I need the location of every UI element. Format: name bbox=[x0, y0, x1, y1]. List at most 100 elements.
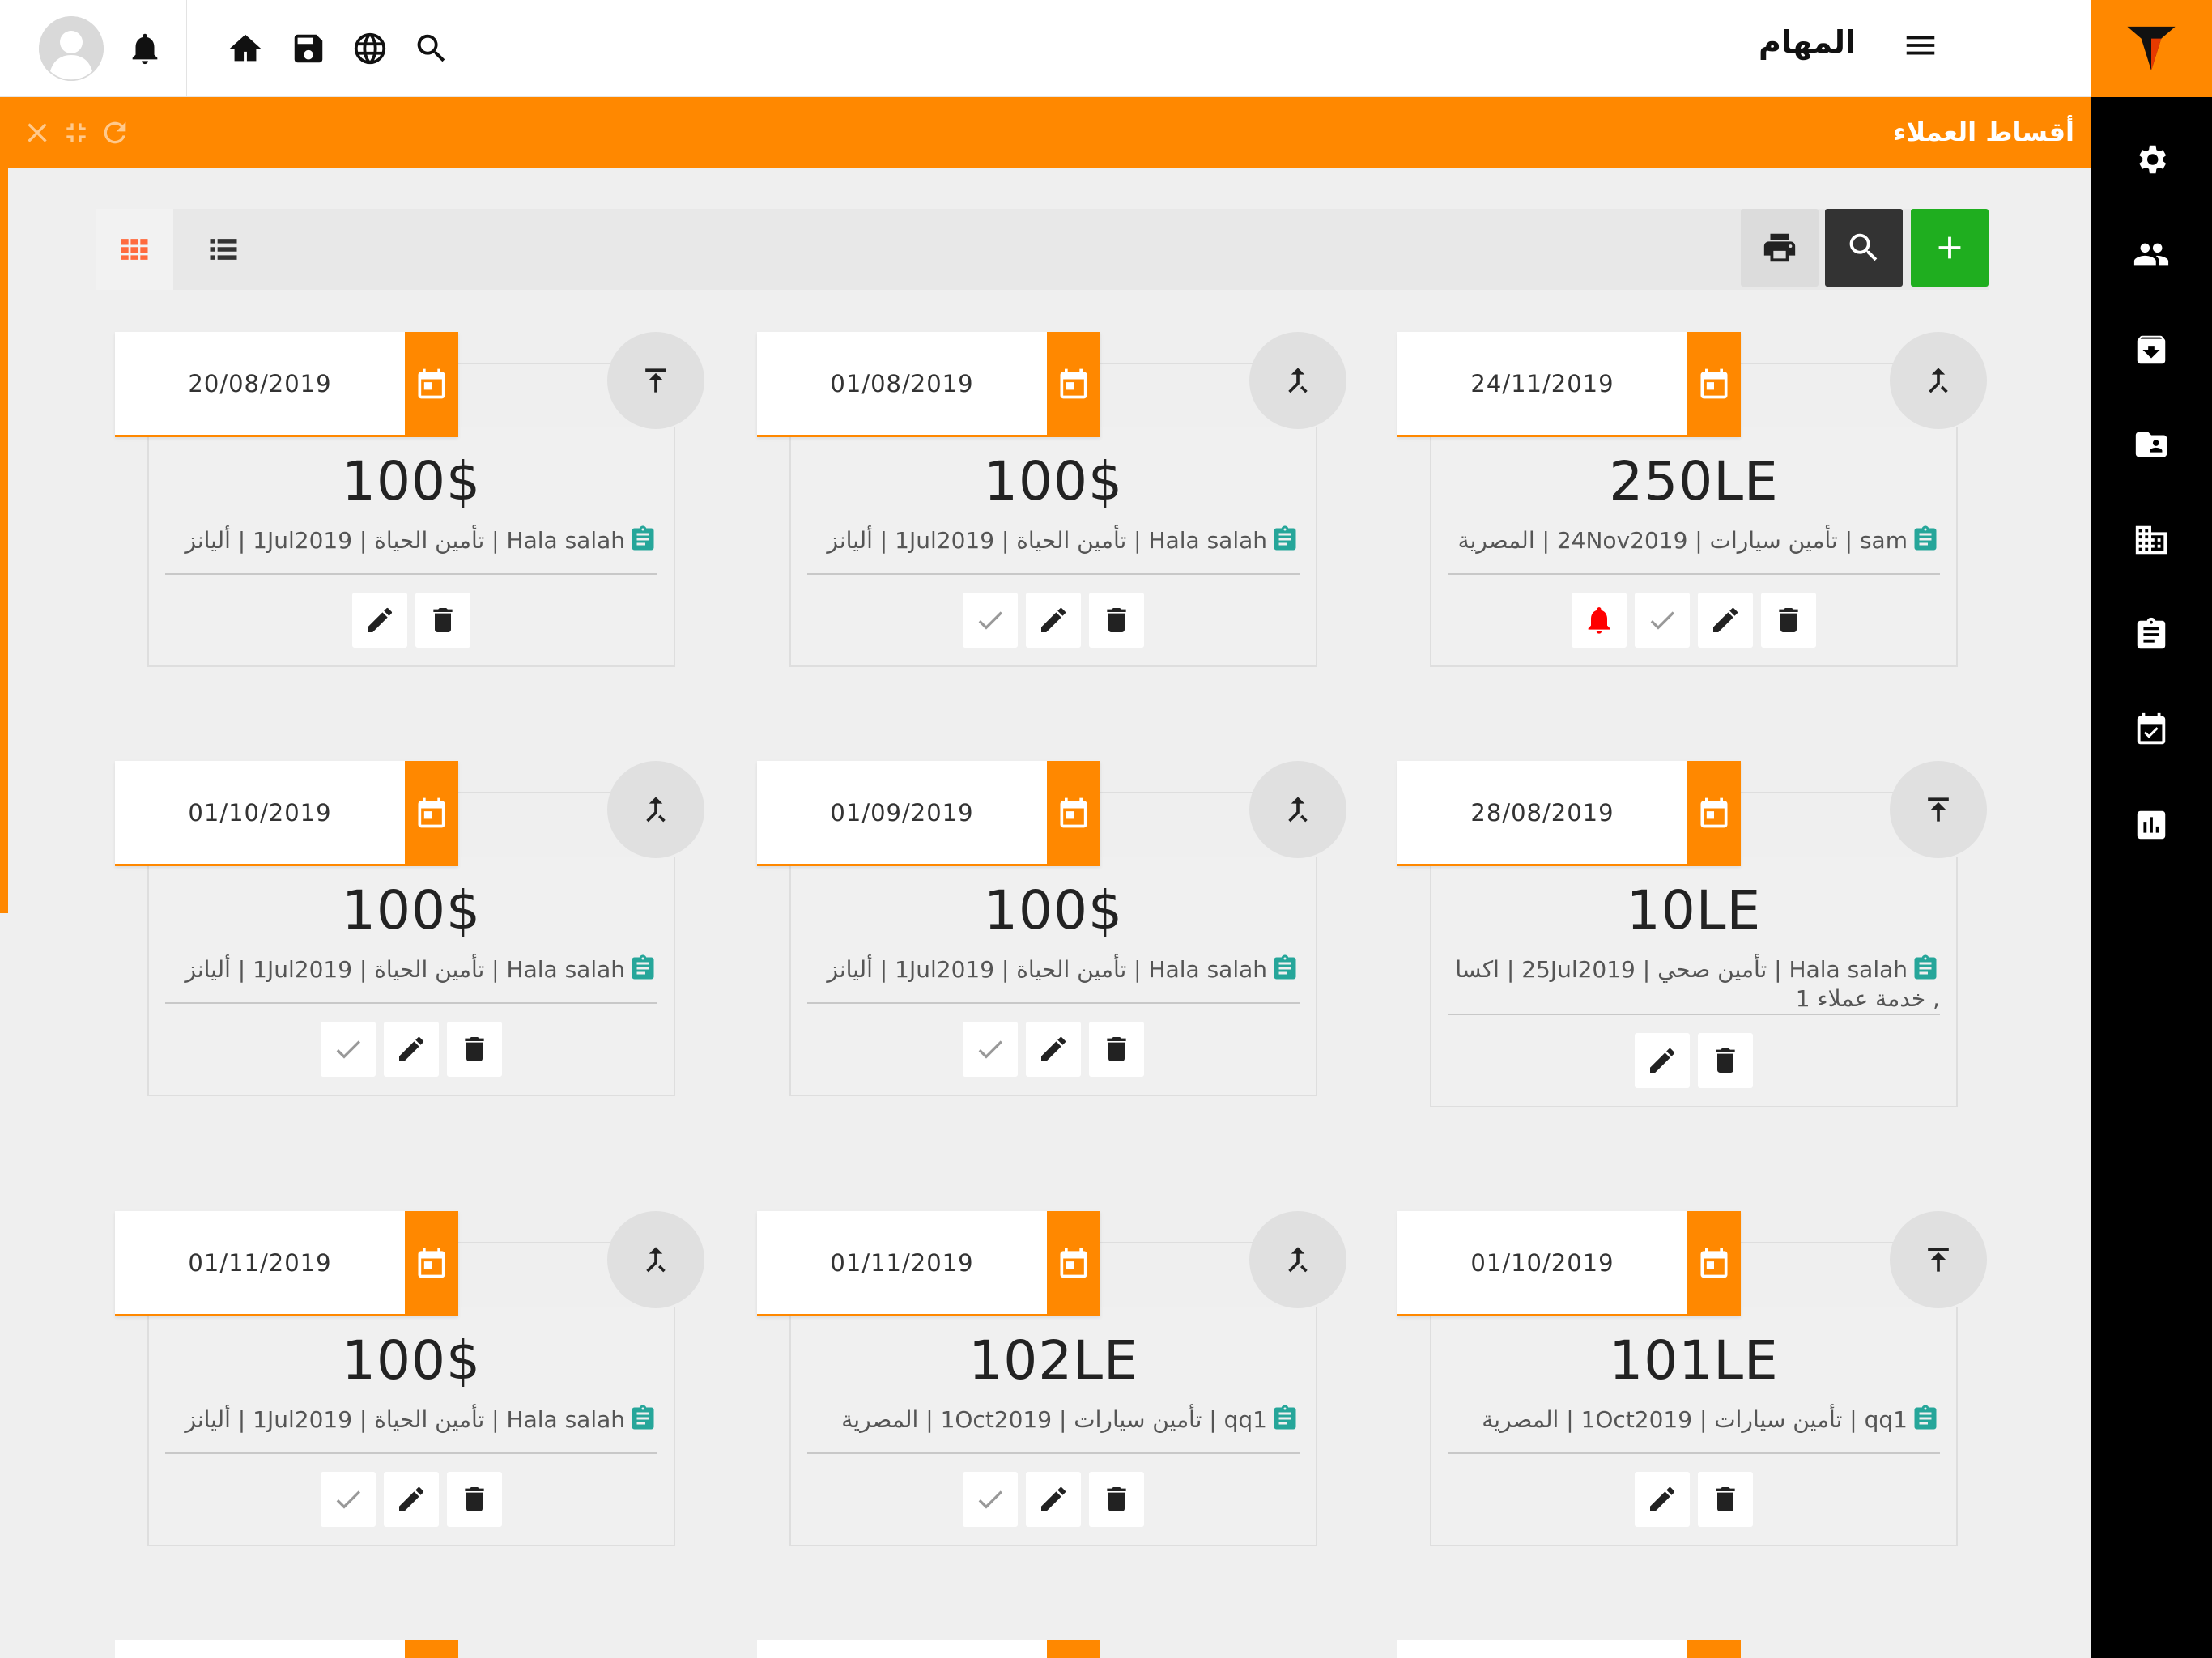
refresh-icon[interactable] bbox=[97, 115, 133, 151]
delete-button[interactable] bbox=[1089, 593, 1144, 648]
merge-icon[interactable] bbox=[607, 761, 704, 858]
installment-amount: 100$ bbox=[342, 1329, 481, 1392]
upload-icon[interactable] bbox=[1890, 1211, 1987, 1308]
upload-icon[interactable] bbox=[607, 332, 704, 429]
installment-amount: 100$ bbox=[342, 879, 481, 942]
close-icon[interactable] bbox=[19, 115, 55, 151]
due-date-box: 20/08/2019 bbox=[115, 332, 458, 437]
delete-icon bbox=[1100, 1483, 1133, 1516]
due-date: 01/11/2019 bbox=[188, 1248, 332, 1277]
merge-icon[interactable] bbox=[1249, 1211, 1346, 1308]
sidebar-item-tasks[interactable] bbox=[2091, 682, 2212, 778]
due-date-box: 01/10/2019 bbox=[1397, 1211, 1741, 1316]
archive-icon bbox=[2137, 335, 2166, 363]
check-button[interactable] bbox=[321, 1472, 376, 1527]
delete-button[interactable] bbox=[1089, 1022, 1144, 1077]
card-body: 100$ Hala salah | تأمين الحياة | 1Jul201… bbox=[147, 857, 675, 1096]
edit-button[interactable] bbox=[1635, 1472, 1690, 1527]
calendar-icon bbox=[405, 332, 458, 435]
upload-icon[interactable] bbox=[1890, 761, 1987, 858]
merge-icon[interactable] bbox=[1249, 332, 1346, 429]
edit-button[interactable] bbox=[352, 593, 407, 648]
card-body: 100$ Hala salah | تأمين الحياة | 1Jul201… bbox=[147, 427, 675, 667]
delete-button[interactable] bbox=[447, 1022, 502, 1077]
globe-icon[interactable] bbox=[348, 27, 392, 70]
search-icon[interactable] bbox=[410, 27, 453, 70]
edit-button[interactable] bbox=[1635, 1033, 1690, 1088]
print-button[interactable] bbox=[1741, 209, 1819, 287]
card-body: 250LE sam | تأمين سيارات | 24Nov2019 | ا… bbox=[1430, 427, 1958, 667]
installment-info: Hala salah | تأمين الحياة | 1Jul2019 | أ… bbox=[149, 954, 674, 1002]
clipboard-icon bbox=[2137, 618, 2166, 649]
installment-amount: 100$ bbox=[984, 879, 1123, 942]
installment-info: qq1 | تأمين سيارات | 1Oct2019 | المصرية bbox=[791, 1404, 1316, 1452]
edit-button[interactable] bbox=[1026, 1472, 1081, 1527]
avatar[interactable] bbox=[39, 16, 104, 81]
installment-info: Hala salah | تأمين الحياة | 1Jul2019 | أ… bbox=[149, 525, 674, 573]
card-body: 100$ Hala salah | تأمين الحياة | 1Jul201… bbox=[789, 857, 1317, 1096]
settings-icon bbox=[2139, 145, 2167, 173]
clipboard-icon bbox=[1911, 1404, 1940, 1433]
search-button[interactable] bbox=[1825, 209, 1903, 287]
installment-info: Hala salah | تأمين الحياة | 1Jul2019 | أ… bbox=[791, 954, 1316, 1002]
calendar-icon-peek bbox=[405, 1640, 458, 1658]
sidebar-item-users[interactable] bbox=[2091, 207, 2212, 303]
merge-icon[interactable] bbox=[607, 1211, 704, 1308]
notification-bell-icon[interactable] bbox=[123, 27, 167, 70]
clipboard-icon bbox=[1911, 954, 1940, 983]
due-date-box: 01/10/2019 bbox=[115, 761, 458, 866]
delete-icon bbox=[1709, 1044, 1742, 1077]
add-button[interactable] bbox=[1911, 209, 1989, 287]
installment-info: Hala salah | تأمين صحي | 25Jul2019 | اكس… bbox=[1431, 954, 1956, 1014]
delete-button[interactable] bbox=[1698, 1472, 1753, 1527]
collapse-icon[interactable] bbox=[58, 115, 94, 151]
sidebar-item-archive[interactable] bbox=[2091, 302, 2212, 397]
check-button[interactable] bbox=[963, 593, 1018, 648]
user-avatar-icon bbox=[39, 16, 104, 81]
delete-button[interactable] bbox=[447, 1472, 502, 1527]
clipboard-icon bbox=[628, 525, 657, 554]
alarm-button[interactable] bbox=[1572, 593, 1627, 648]
installment-info: Hala salah | تأمين الحياة | 1Jul2019 | أ… bbox=[149, 1404, 674, 1452]
merge-icon[interactable] bbox=[1249, 761, 1346, 858]
check-button[interactable] bbox=[321, 1022, 376, 1077]
card-actions bbox=[1431, 1454, 1956, 1545]
edit-button[interactable] bbox=[384, 1022, 439, 1077]
installment-amount: 250LE bbox=[1609, 450, 1779, 512]
logo-icon bbox=[2127, 26, 2176, 71]
installment-info-text: qq1 | تأمين سيارات | 1Oct2019 | المصرية bbox=[1482, 1406, 1908, 1433]
sidebar-item-contacts[interactable] bbox=[2091, 397, 2212, 493]
check-button[interactable] bbox=[963, 1472, 1018, 1527]
edit-button[interactable] bbox=[1026, 1022, 1081, 1077]
check-icon bbox=[332, 1033, 364, 1065]
card-actions bbox=[791, 575, 1316, 665]
list-view-button[interactable] bbox=[185, 209, 262, 290]
edit-button[interactable] bbox=[384, 1472, 439, 1527]
check-button[interactable] bbox=[1635, 593, 1690, 648]
installment-amount: 100$ bbox=[984, 450, 1123, 512]
app-logo[interactable] bbox=[2091, 0, 2212, 97]
home-icon[interactable] bbox=[223, 27, 267, 70]
delete-button[interactable] bbox=[1761, 593, 1816, 648]
delete-button[interactable] bbox=[1089, 1472, 1144, 1527]
due-date: 20/08/2019 bbox=[188, 369, 332, 397]
search-icon bbox=[1849, 233, 1878, 261]
due-date-box: 01/09/2019 bbox=[757, 761, 1100, 866]
delete-button[interactable] bbox=[415, 593, 470, 648]
merge-icon[interactable] bbox=[1890, 332, 1987, 429]
save-icon[interactable] bbox=[287, 27, 330, 70]
clipboard-icon bbox=[1270, 1404, 1300, 1433]
sidebar-item-settings[interactable] bbox=[2091, 112, 2212, 207]
card-actions bbox=[149, 1454, 674, 1545]
due-date: 01/08/2019 bbox=[830, 369, 974, 397]
sidebar-item-reports[interactable] bbox=[2091, 778, 2212, 874]
delete-button[interactable] bbox=[1698, 1033, 1753, 1088]
grid-view-button[interactable] bbox=[96, 209, 173, 290]
sidebar-item-companies[interactable] bbox=[2091, 492, 2212, 588]
edit-button[interactable] bbox=[1026, 593, 1081, 648]
sidebar-item-policies[interactable] bbox=[2091, 588, 2212, 683]
edit-button[interactable] bbox=[1698, 593, 1753, 648]
calendar-icon bbox=[1687, 332, 1741, 435]
check-button[interactable] bbox=[963, 1022, 1018, 1077]
hamburger-menu-icon[interactable] bbox=[1896, 21, 1945, 70]
